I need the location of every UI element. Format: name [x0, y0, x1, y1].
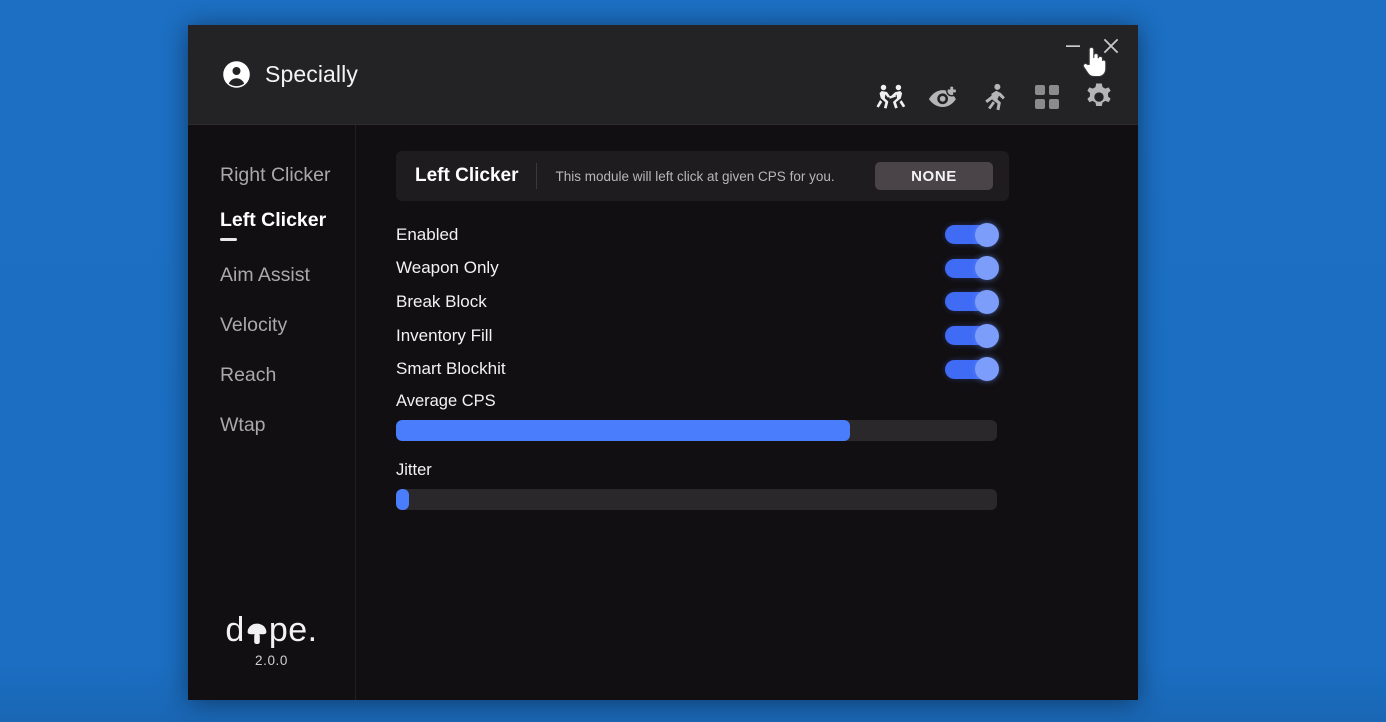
content-panel: Left Clicker This module will left click… [356, 125, 1138, 700]
logo-suffix: pe. [268, 611, 318, 649]
toggle-knob [975, 256, 999, 281]
window-controls [1062, 35, 1122, 57]
toggle-break-block[interactable] [945, 289, 999, 314]
grid-squares-icon[interactable] [1032, 82, 1062, 112]
toggle-knob [975, 289, 999, 314]
slider-fill [396, 488, 410, 510]
slider-jitter[interactable] [396, 488, 997, 510]
sidebar: Right Clicker Left Clicker Aim Assist Ve… [188, 125, 356, 700]
setting-row-smart-blockhit: Smart Blockhit [396, 352, 999, 386]
module-header-card: Left Clicker This module will left click… [396, 151, 1009, 201]
window-title: Specially [265, 61, 358, 87]
keybind-button[interactable]: NONE [875, 162, 993, 190]
sidebar-item-label: Aim Assist [220, 264, 310, 287]
nav-icon-bar [876, 82, 1114, 112]
sidebar-item-left-clicker[interactable]: Left Clicker [188, 201, 355, 251]
sidebar-item-label: Right Clicker [220, 164, 331, 187]
toggle-smart-blockhit[interactable] [945, 357, 999, 382]
sidebar-item-right-clicker[interactable]: Right Clicker [188, 151, 355, 201]
gear-icon[interactable] [1084, 82, 1114, 112]
title-bar: Specially [188, 25, 1138, 125]
user-circle-icon [222, 60, 251, 89]
setting-label: Smart Blockhit [396, 359, 506, 379]
toggle-enabled[interactable] [945, 222, 999, 247]
setting-label: Inventory Fill [396, 325, 493, 345]
setting-label: Enabled [396, 224, 459, 244]
toggle-inventory-fill[interactable] [945, 323, 999, 348]
slider-block-average-cps: Average CPS [396, 392, 997, 441]
brand: Specially [222, 60, 358, 89]
toggle-weapon-only[interactable] [945, 256, 999, 281]
toggle-knob [975, 323, 999, 348]
header-divider [536, 163, 538, 189]
eye-plus-icon[interactable] [928, 82, 958, 112]
mushroom-icon [245, 619, 269, 647]
sidebar-item-label: Reach [220, 364, 277, 387]
setting-row-weapon-only: Weapon Only [396, 252, 999, 286]
version-label: 2.0.0 [254, 653, 289, 668]
active-indicator [220, 237, 237, 241]
running-person-icon[interactable] [980, 82, 1010, 112]
sidebar-item-label: Left Clicker [220, 209, 327, 232]
desktop-background: Specially Right Clicker Left Clicker Aim… [0, 0, 1386, 722]
toggle-knob [975, 222, 999, 247]
sidebar-item-velocity[interactable]: Velocity [188, 301, 355, 351]
setting-row-break-block: Break Block [396, 285, 999, 319]
settings-list: Enabled Weapon Only Break Block Inventor… [396, 218, 999, 510]
setting-row-inventory-fill: Inventory Fill [396, 319, 999, 353]
setting-label: Weapon Only [396, 258, 499, 278]
logo-prefix: d [225, 611, 245, 649]
sidebar-item-label: Velocity [220, 314, 288, 337]
brand-footer: d pe. 2.0.0 [188, 613, 355, 700]
slider-label: Average CPS [396, 391, 496, 410]
sidebar-item-aim-assist[interactable]: Aim Assist [188, 251, 355, 301]
setting-label: Break Block [396, 291, 487, 311]
combat-icon[interactable] [876, 82, 906, 112]
minimize-button[interactable] [1062, 35, 1084, 57]
logo-wordmark: d pe. [188, 613, 355, 647]
toggle-knob [975, 357, 999, 382]
slider-fill [396, 419, 850, 441]
sidebar-item-wtap[interactable]: Wtap [188, 401, 355, 451]
setting-row-enabled: Enabled [396, 218, 999, 252]
window-body: Right Clicker Left Clicker Aim Assist Ve… [188, 125, 1138, 700]
app-window: Specially Right Clicker Left Clicker Aim… [188, 25, 1138, 700]
slider-label: Jitter [396, 460, 432, 479]
module-description: This module will left click at given CPS… [555, 168, 835, 184]
close-button[interactable] [1100, 35, 1122, 57]
slider-average-cps[interactable] [396, 419, 997, 441]
module-title: Left Clicker [415, 165, 519, 186]
sidebar-item-label: Wtap [220, 414, 266, 437]
slider-block-jitter: Jitter [396, 461, 997, 510]
sidebar-item-reach[interactable]: Reach [188, 351, 355, 401]
